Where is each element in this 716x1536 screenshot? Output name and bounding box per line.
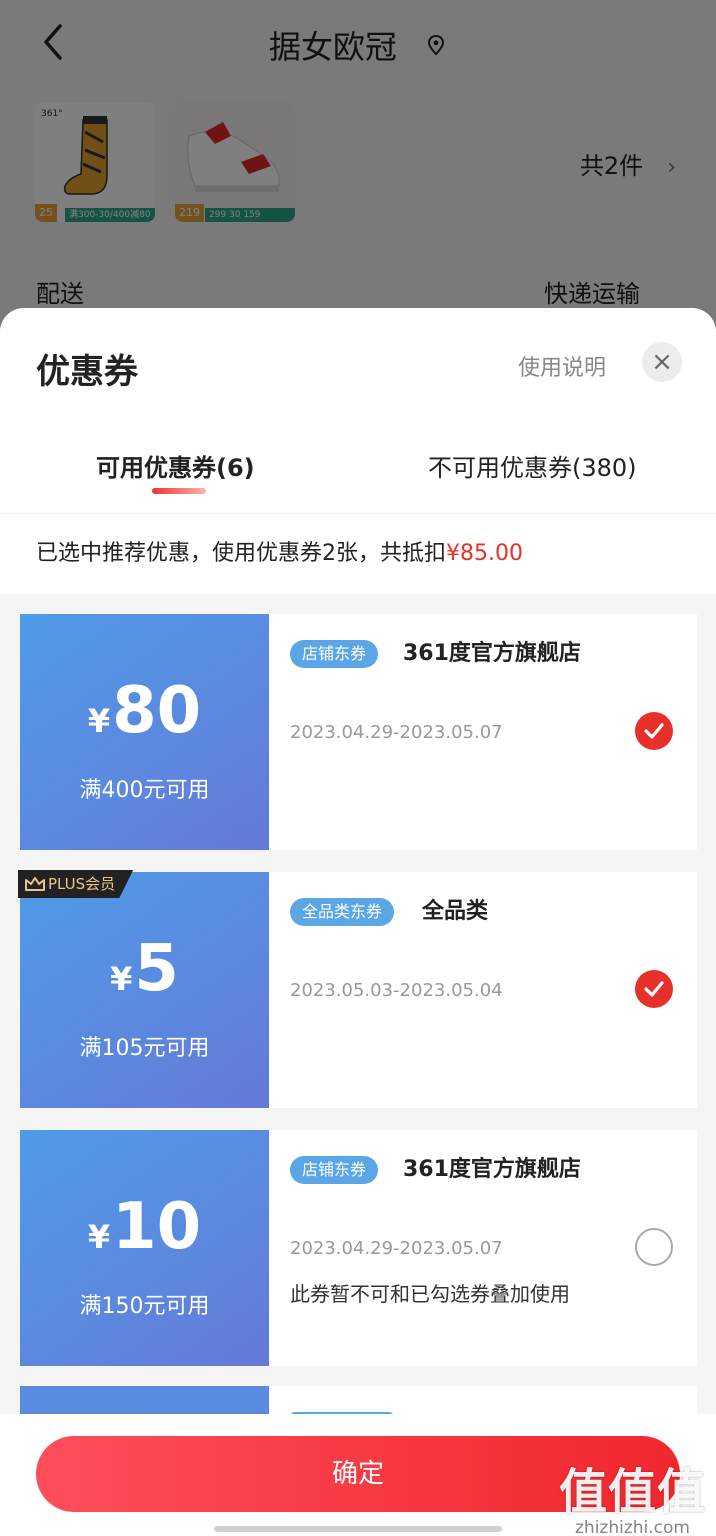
coupon-shop-name: 361度官方旗舰店: [403, 1157, 581, 1182]
coupon-amount-value: 5: [134, 932, 179, 1006]
currency-symbol: ¥: [110, 960, 133, 998]
currency-symbol: ¥: [87, 702, 111, 740]
summary-amount: ¥85.00: [446, 541, 523, 566]
coupon-shop-name: 全品类: [422, 899, 489, 924]
checkmark-icon: [644, 723, 664, 739]
coupon-amount: ¥5: [20, 934, 269, 1014]
summary-text: 已选中推荐优惠，使用优惠券2张，共抵扣: [36, 541, 446, 566]
usage-instructions-link[interactable]: 使用说明: [518, 350, 606, 382]
currency-symbol: ¥: [87, 1218, 111, 1256]
coupon-amount: ¥80: [20, 676, 269, 756]
watermark: 值值值 zhizhizhi.com: [559, 1452, 706, 1536]
coupon-amount-value: 80: [112, 674, 202, 748]
coupon-checkbox-unchecked[interactable]: [635, 1228, 673, 1266]
close-icon: ×: [651, 347, 673, 377]
coupon-checkbox-checked[interactable]: [635, 712, 673, 750]
coupon-value-panel: ¥10 满150元可用: [15, 1130, 269, 1366]
coupon-value-panel: ¥5 满105元可用: [15, 872, 269, 1108]
coupon-validity: 2023.04.29-2023.05.07: [290, 722, 503, 743]
coupon-card[interactable]: ¥10 满150元可用 店铺东券 361度官方旗舰店 2023.04.29-20…: [15, 1130, 697, 1366]
watermark-url: zhizhizhi.com: [575, 1518, 690, 1536]
coupon-card[interactable]: ¥5 满105元可用 PLUS会员 全品类东券 全品类 2023.05.03-2…: [15, 870, 697, 1108]
sheet-header: 优惠券 使用说明 × 可用优惠券(6) 不可用优惠券(380): [0, 308, 716, 514]
coupon-checkbox-checked[interactable]: [635, 970, 673, 1008]
plus-member-badge: PLUS会员: [18, 870, 134, 898]
coupon-type-badge: 店铺东券: [290, 1156, 379, 1184]
home-indicator[interactable]: [214, 1526, 502, 1532]
coupon-amount-value: 10: [112, 1190, 202, 1264]
coupon-type-badge: 全品类东券: [290, 898, 395, 926]
crown-icon: [25, 877, 45, 891]
coupon-validity: 2023.04.29-2023.05.07: [290, 1238, 503, 1259]
coupon-shop-name: 361度官方旗舰店: [403, 641, 581, 666]
coupon-validity: 2023.05.03-2023.05.04: [290, 980, 503, 1001]
coupon-card[interactable]: ¥80 满400元可用 店铺东券 361度官方旗舰店 2023.04.29-20…: [15, 614, 697, 850]
coupon-condition: 满400元可用: [79, 778, 210, 803]
close-button[interactable]: ×: [642, 342, 682, 382]
coupon-condition: 满105元可用: [79, 1036, 210, 1061]
checkmark-icon: [644, 981, 664, 997]
coupon-value-panel: ¥80 满400元可用: [15, 614, 269, 850]
plus-member-label: PLUS会员: [48, 875, 116, 893]
coupon-stack-note: 此券暂不可和已勾选券叠加使用: [290, 1282, 570, 1306]
tab-available-coupons[interactable]: 可用优惠券(6): [96, 448, 255, 483]
watermark-logo: 值值值: [558, 1464, 706, 1520]
coupon-amount: ¥10: [20, 1192, 269, 1272]
tab-unavailable-coupons[interactable]: 不可用优惠券(380): [428, 448, 637, 483]
coupon-type-badge: 店铺东券: [290, 640, 379, 668]
modal-overlay[interactable]: [0, 0, 716, 340]
coupon-sheet: 优惠券 使用说明 × 可用优惠券(6) 不可用优惠券(380) 已选中推荐优惠，…: [0, 308, 716, 1536]
active-tab-indicator: [152, 488, 206, 494]
discount-summary: 已选中推荐优惠，使用优惠券2张，共抵扣¥85.00: [0, 514, 716, 594]
sheet-title: 优惠券: [36, 352, 138, 392]
coupon-condition: 满150元可用: [79, 1294, 210, 1319]
